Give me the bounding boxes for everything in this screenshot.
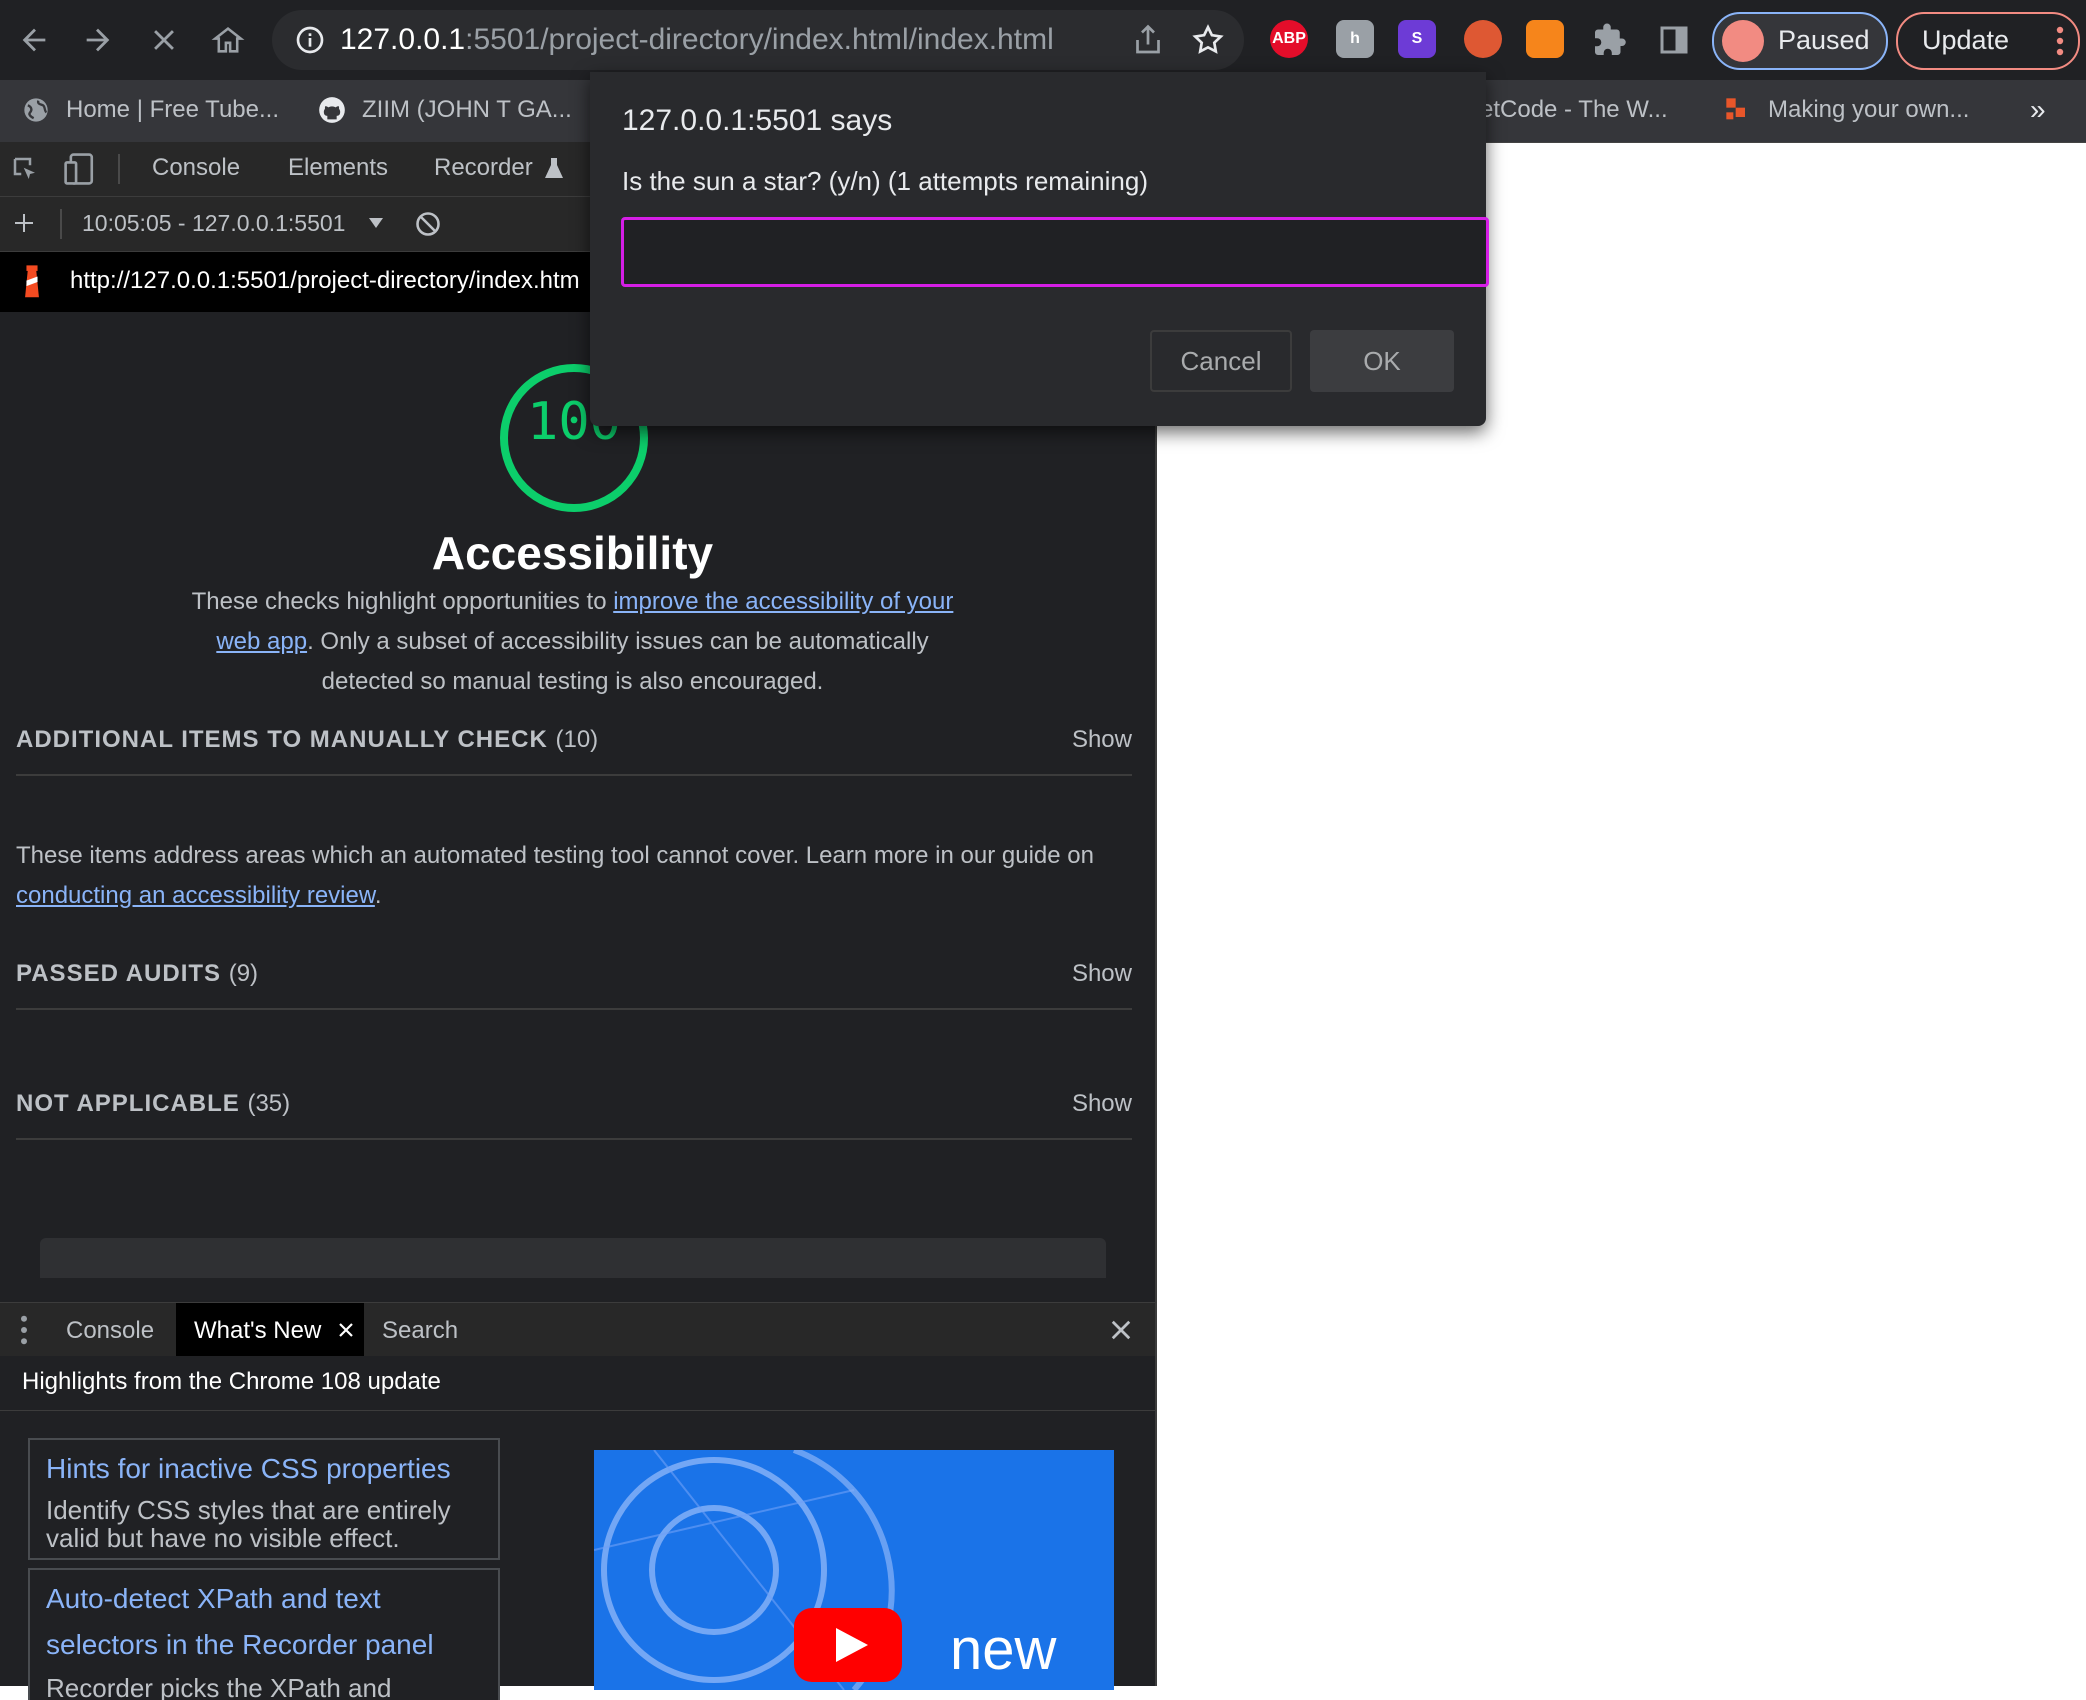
lighthouse-icon <box>25 265 39 298</box>
toolbar-divider <box>118 154 120 184</box>
inspect-element-icon[interactable] <box>10 154 40 184</box>
section-title: PASSED AUDITS (9) <box>16 960 259 987</box>
back-button[interactable] <box>10 16 58 64</box>
feature-card-title[interactable]: Auto-detect XPath and text selectors in … <box>46 1576 486 1668</box>
dialog-title: 127.0.0.1:5501 says <box>622 104 893 137</box>
bookmark-label: Home | Free Tube... <box>66 96 279 123</box>
bookmark-label: ZIIM (JOHN T GA... <box>362 96 572 123</box>
side-panel-icon[interactable] <box>1656 22 1692 58</box>
update-button[interactable]: Update <box>1896 12 2080 70</box>
home-button[interactable] <box>204 16 252 64</box>
show-button[interactable]: Show <box>1072 960 1132 988</box>
site-info-icon[interactable] <box>294 24 326 56</box>
address-bar[interactable]: 127.0.0.1:5501/project-directory/index.h… <box>272 10 1244 70</box>
drawer-menu-icon[interactable] <box>18 1315 30 1345</box>
prompt-input[interactable] <box>621 217 1489 287</box>
bookmarks-overflow-button[interactable]: » <box>2030 90 2046 130</box>
video-caption: new <box>950 1617 1057 1682</box>
back-arrow-icon <box>22 28 46 52</box>
plus-icon[interactable] <box>12 211 36 235</box>
extension-s-icon[interactable]: S <box>1398 20 1436 58</box>
whats-new-header: Highlights from the Chrome 108 update <box>0 1356 1155 1411</box>
youtube-play-icon[interactable] <box>794 1608 902 1682</box>
report-url[interactable]: http://127.0.0.1:5501/project-directory/… <box>70 267 580 295</box>
bookmark-item[interactable]: Making your own... <box>1724 90 1969 130</box>
url-text: 127.0.0.1:5501/project-directory/index.h… <box>340 23 1054 56</box>
dropdown-arrow-icon <box>369 218 383 228</box>
adblock-plus-icon[interactable]: ABP <box>1270 20 1308 58</box>
manual-check-description: These items address areas which an autom… <box>16 842 1094 909</box>
feature-card-description: Identify CSS styles that are entirely va… <box>46 1495 451 1553</box>
close-tab-icon[interactable] <box>338 1322 354 1338</box>
tab-recorder[interactable]: Recorder <box>434 154 533 182</box>
clear-block-icon[interactable] <box>414 210 442 238</box>
drawer-tab-label: What's New <box>194 1317 322 1344</box>
feature-card-title[interactable]: Hints for inactive CSS properties <box>46 1446 486 1492</box>
close-drawer-icon[interactable] <box>1110 1319 1132 1341</box>
whats-new-video-thumbnail[interactable]: new <box>594 1450 1114 1690</box>
report-footer-panel <box>40 1238 1106 1278</box>
section-title: NOT APPLICABLE (35) <box>16 1090 291 1117</box>
bookmark-item[interactable]: etCode - The W... <box>1480 90 1668 130</box>
show-button[interactable]: Show <box>1072 726 1132 754</box>
ok-button[interactable]: OK <box>1310 330 1454 392</box>
accessibility-report: 100 Accessibility These checks highlight… <box>0 312 1155 1390</box>
dialog-message: Is the sun a star? (y/n) (1 attempts rem… <box>622 166 1148 196</box>
avatar <box>1722 20 1764 62</box>
passed-audits-section-header[interactable]: PASSED AUDITS (9) Show <box>16 948 1132 1010</box>
tab-console[interactable]: Console <box>152 154 240 182</box>
experimental-flask-icon <box>545 158 563 178</box>
report-session-select[interactable]: 10:05:05 - 127.0.0.1:5501 <box>82 210 345 237</box>
whats-new-heading: Highlights from the Chrome 108 update <box>22 1368 441 1395</box>
feature-card-description: Recorder picks the XPath and <box>46 1673 392 1700</box>
browser-toolbar: 127.0.0.1:5501/project-directory/index.h… <box>0 0 2086 80</box>
accessibility-review-link[interactable]: conducting an accessibility review <box>16 882 375 909</box>
github-icon <box>319 97 345 123</box>
bookmark-item[interactable]: ZIIM (JOHN T GA... <box>318 90 572 130</box>
extensions-puzzle-icon[interactable] <box>1592 22 1628 58</box>
bookmark-star-icon[interactable] <box>1190 22 1226 58</box>
extension-h-icon[interactable]: h <box>1336 20 1374 58</box>
bookmark-site-icon <box>1726 98 1745 120</box>
cancel-button[interactable]: Cancel <box>1150 330 1292 392</box>
home-icon <box>211 27 245 53</box>
stop-loading-button[interactable] <box>140 16 188 64</box>
category-title: Accessibility <box>431 527 714 579</box>
category-description: These checks highlight opportunities to … <box>180 582 965 702</box>
forward-button[interactable] <box>74 16 122 64</box>
description-text: . Only a subset of accessibility issues … <box>307 628 929 695</box>
section-title: ADDITIONAL ITEMS TO MANUALLY CHECK (10) <box>16 726 599 753</box>
drawer-tab-whats-new[interactable]: What's New <box>176 1303 364 1357</box>
show-button[interactable]: Show <box>1072 1090 1132 1118</box>
close-icon <box>154 30 174 50</box>
description-text: These checks highlight opportunities to <box>191 588 614 615</box>
tab-elements[interactable]: Elements <box>288 154 388 182</box>
metamask-fox-icon[interactable] <box>1526 20 1564 58</box>
update-label: Update <box>1922 25 2010 55</box>
drawer-tab-console[interactable]: Console <box>66 1317 154 1345</box>
drawer-tab-search[interactable]: Search <box>382 1317 458 1345</box>
drawer-tabbar: Console What's New Search <box>0 1302 1155 1358</box>
manual-check-section-header[interactable]: ADDITIONAL ITEMS TO MANUALLY CHECK (10) … <box>16 714 1132 776</box>
bookmark-label: etCode - The W... <box>1480 96 1668 123</box>
bookmark-label: Making your own... <box>1768 96 1970 123</box>
profile-status-label: Paused <box>1778 25 1870 55</box>
feature-card[interactable]: Hints for inactive CSS properties Identi… <box>28 1438 500 1560</box>
more-menu-icon <box>2056 26 2064 56</box>
device-toolbar-icon[interactable] <box>64 152 96 186</box>
toolbar-divider <box>60 209 62 239</box>
profile-button[interactable]: Paused <box>1712 12 1888 70</box>
forward-arrow-icon <box>86 28 110 52</box>
feature-card[interactable]: Auto-detect XPath and text selectors in … <box>28 1568 500 1700</box>
prompt-dialog: 127.0.0.1:5501 says Is the sun a star? (… <box>590 72 1489 426</box>
duckduckgo-icon[interactable] <box>1464 20 1502 58</box>
bookmark-item[interactable]: Home | Free Tube... <box>22 90 279 130</box>
globe-icon <box>24 98 48 122</box>
share-icon[interactable] <box>1130 22 1166 58</box>
not-applicable-section-header[interactable]: NOT APPLICABLE (35) Show <box>16 1078 1132 1140</box>
